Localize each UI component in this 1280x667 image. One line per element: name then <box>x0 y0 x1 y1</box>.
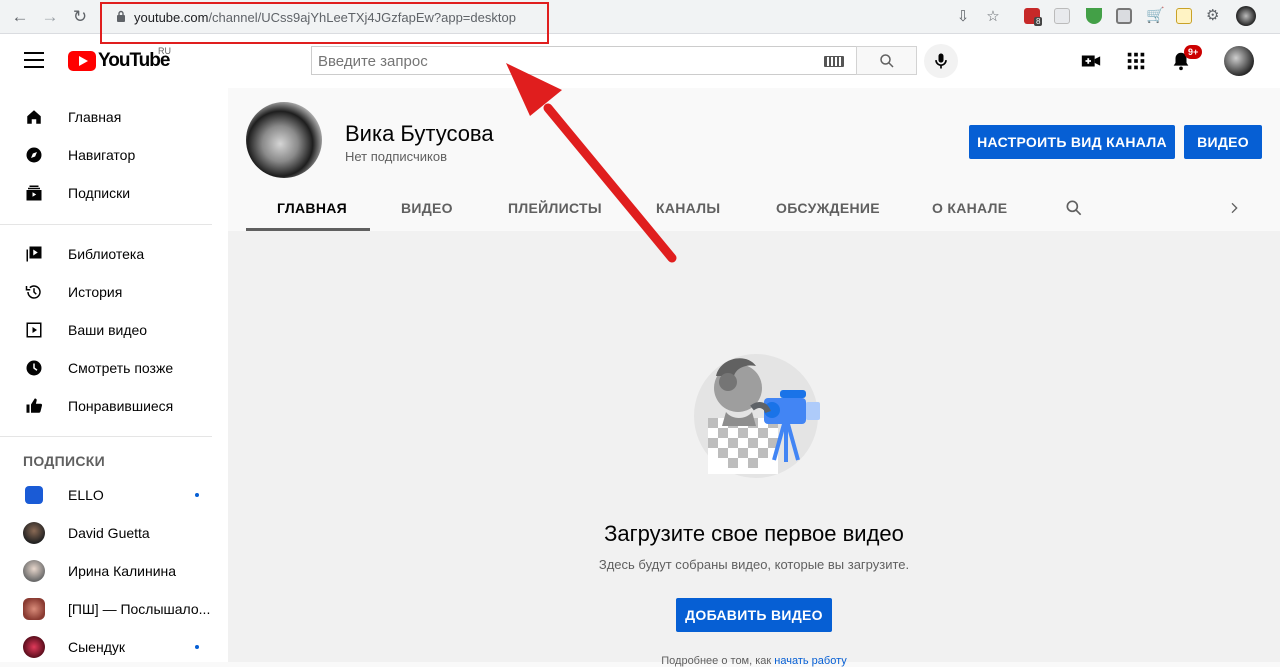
sidebar-subscription-david-guetta[interactable]: David Guetta <box>0 514 228 552</box>
extension-badge: 8 <box>1034 17 1043 26</box>
channel-avatar <box>23 598 45 620</box>
empty-state-title: Загрузите свое первое видео <box>604 521 904 546</box>
reload-icon[interactable]: ↻ <box>70 7 90 27</box>
search-placeholder: Введите запрос <box>318 53 428 70</box>
sidebar-subscription-syenduk[interactable]: Сыендук <box>0 628 228 666</box>
menu-icon[interactable] <box>24 52 44 68</box>
channel-name: Вика Бутусова <box>345 121 494 146</box>
get-started-note: Подробнее о том, как начать работу <box>661 655 847 667</box>
tab-home[interactable]: ГЛАВНАЯ <box>277 200 347 216</box>
channel-avatar <box>23 522 45 544</box>
camera-operator-illustration <box>694 354 820 478</box>
guide-sidebar: Главная Навигатор Подписки Библиотека Ис… <box>0 88 228 662</box>
extension-download-icon[interactable] <box>1086 8 1102 24</box>
forward-icon[interactable]: → <box>40 7 60 27</box>
apps-grid-icon[interactable] <box>1125 50 1147 72</box>
extension-box-icon[interactable] <box>1116 8 1132 24</box>
install-app-icon[interactable]: ⇩ <box>954 8 972 26</box>
back-icon[interactable]: ← <box>10 7 30 27</box>
create-video-icon[interactable] <box>1080 50 1102 72</box>
search-icon <box>880 54 894 68</box>
sidebar-divider <box>0 224 212 225</box>
sidebar-item-library[interactable]: Библиотека <box>0 235 228 273</box>
search-button[interactable] <box>856 46 917 75</box>
sidebar-divider <box>0 436 212 437</box>
keyboard-icon[interactable] <box>824 56 844 67</box>
profile-avatar-icon[interactable] <box>1236 6 1256 26</box>
like-icon <box>26 398 43 413</box>
get-started-link[interactable]: начать работу <box>774 655 846 667</box>
channel-avatar <box>23 560 45 582</box>
tab-channels[interactable]: КАНАЛЫ <box>656 200 720 216</box>
sidebar-subscription-psh[interactable]: [ПШ] — Послышало... <box>0 590 228 628</box>
account-avatar[interactable] <box>1224 46 1254 76</box>
sidebar-item-your-videos[interactable]: Ваши видео <box>0 311 228 349</box>
sidebar-item-explore[interactable]: Навигатор <box>0 136 228 174</box>
channel-search-icon[interactable] <box>1064 198 1084 218</box>
youtube-logo[interactable]: YouTube <box>68 50 170 72</box>
empty-state-subtitle: Здесь будут собраны видео, которые вы за… <box>598 557 910 572</box>
tab-playlists[interactable]: ПЛЕЙЛИСТЫ <box>508 200 602 216</box>
notifications-badge: 9+ <box>1184 45 1203 59</box>
watch-later-icon <box>26 360 42 376</box>
region-label: RU <box>158 46 171 56</box>
customize-channel-button[interactable]: НАСТРОИТЬ ВИД КАНАЛА <box>969 125 1175 159</box>
new-content-dot <box>195 493 199 497</box>
channel-content: Загрузите свое первое видео Здесь будут … <box>228 231 1280 667</box>
channel-avatar <box>25 486 43 504</box>
address-bar[interactable]: youtube.com/channel/UCss9ajYhLeeTXj4JGzf… <box>104 4 1014 30</box>
home-icon <box>27 110 41 124</box>
extension-search-icon[interactable] <box>1054 8 1070 24</box>
channel-avatar-large[interactable] <box>246 102 322 178</box>
channel-header: Вика Бутусова Нет подписчиков НАСТРОИТЬ … <box>228 88 1280 231</box>
library-icon <box>26 246 42 262</box>
subscriptions-icon <box>26 185 42 201</box>
lock-icon <box>117 10 125 22</box>
sidebar-subscription-ello[interactable]: ELLO <box>0 476 228 514</box>
new-content-dot <box>195 645 199 649</box>
tab-discussion[interactable]: ОБСУЖДЕНИЕ <box>776 200 880 216</box>
bookmark-star-icon[interactable]: ☆ <box>984 8 1002 26</box>
sidebar-item-liked[interactable]: Понравившиеся <box>0 387 228 425</box>
sidebar-item-watch-later[interactable]: Смотреть позже <box>0 349 228 387</box>
microphone-icon <box>935 53 947 69</box>
url-text: youtube.com/channel/UCss9ajYhLeeTXj4JGzf… <box>134 10 516 25</box>
youtube-play-icon <box>68 51 96 71</box>
subscriptions-heading: ПОДПИСКИ <box>23 453 105 469</box>
sidebar-subscription-irina-kalinina[interactable]: Ирина Калинина <box>0 552 228 590</box>
browser-toolbar: ← → ↻ youtube.com/channel/UCss9ajYhLeeTX… <box>0 0 1280 34</box>
sidebar-item-home[interactable]: Главная <box>0 98 228 136</box>
voice-search-button[interactable] <box>924 44 958 78</box>
chevron-right-icon[interactable] <box>1226 200 1242 216</box>
history-icon <box>25 285 41 299</box>
youtube-masthead: YouTube RU Введите запрос 9+ <box>0 34 1280 88</box>
extension-cart-icon[interactable]: 🛒 <box>1146 8 1165 24</box>
sidebar-item-history[interactable]: История <box>0 273 228 311</box>
compass-icon <box>26 147 42 163</box>
channel-avatar <box>23 636 45 658</box>
sidebar-item-subscriptions[interactable]: Подписки <box>0 174 228 212</box>
tab-videos[interactable]: ВИДЕО <box>401 200 453 216</box>
extensions-puzzle-icon[interactable]: ⚙ <box>1206 8 1222 24</box>
extension-coupon-icon[interactable] <box>1176 8 1192 24</box>
manage-videos-button[interactable]: ВИДЕО <box>1184 125 1262 159</box>
your-videos-icon <box>26 322 42 338</box>
subscriber-count: Нет подписчиков <box>345 149 447 164</box>
search-input[interactable]: Введите запрос <box>311 46 856 75</box>
tab-about[interactable]: О КАНАЛЕ <box>932 200 1007 216</box>
add-video-button[interactable]: ДОБАВИТЬ ВИДЕО <box>676 598 832 632</box>
